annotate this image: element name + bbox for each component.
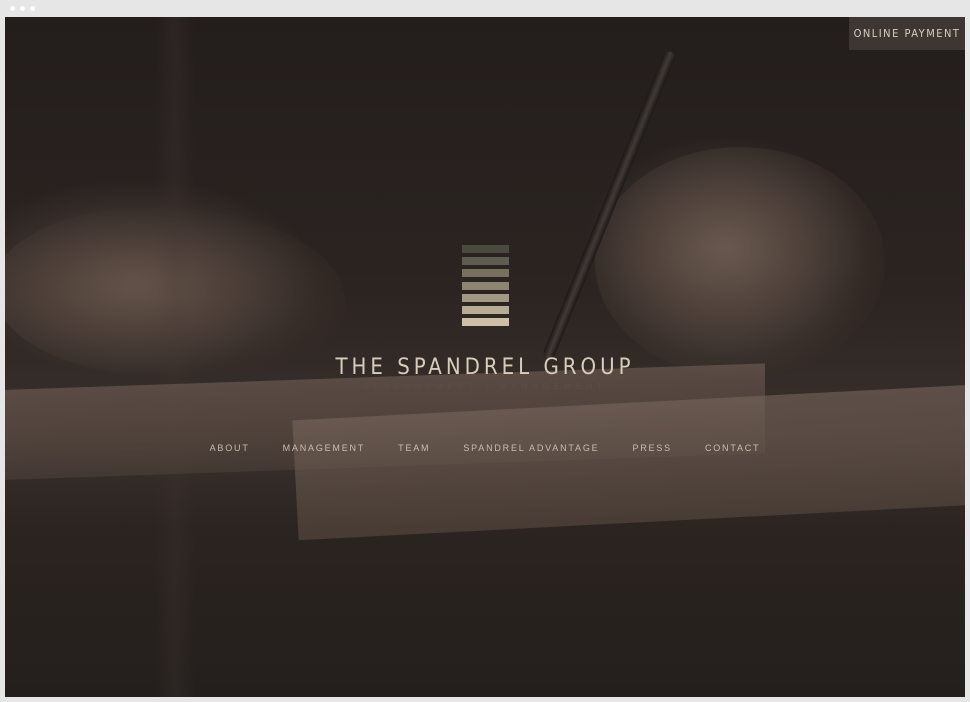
hero-section: ONLINE PAYMENT THE SPANDREL GROUP DEVELO… bbox=[5, 17, 965, 697]
nav-item-spandrel-advantage[interactable]: SPANDREL ADVANTAGE bbox=[463, 443, 599, 453]
logo-bar bbox=[462, 318, 509, 327]
nav-item-team[interactable]: TEAM bbox=[398, 443, 430, 453]
logo-bar bbox=[462, 305, 509, 314]
window-dot-icon[interactable] bbox=[30, 6, 35, 11]
background-shape bbox=[595, 147, 885, 377]
browser-window: ONLINE PAYMENT THE SPANDREL GROUP DEVELO… bbox=[0, 0, 970, 702]
spandrel-logo-icon[interactable] bbox=[462, 245, 509, 330]
nav-item-management[interactable]: MANAGEMENT bbox=[283, 443, 366, 453]
online-payment-button[interactable]: ONLINE PAYMENT bbox=[849, 17, 965, 50]
logo-bar bbox=[462, 257, 509, 266]
window-controls bbox=[10, 6, 35, 11]
nav-item-press[interactable]: PRESS bbox=[632, 443, 672, 453]
nav-item-about[interactable]: ABOUT bbox=[210, 443, 250, 453]
logo-bar bbox=[462, 281, 509, 290]
main-nav: ABOUT MANAGEMENT TEAM SPANDREL ADVANTAGE… bbox=[5, 443, 965, 453]
window-dot-icon[interactable] bbox=[10, 6, 15, 11]
logo-bar bbox=[462, 293, 509, 302]
nav-item-contact[interactable]: CONTACT bbox=[705, 443, 760, 453]
brand-tagline: DEVELOPMENT | MANAGEMENT bbox=[362, 382, 608, 391]
logo-bar bbox=[462, 269, 509, 278]
brand-name: THE SPANDREL GROUP bbox=[335, 355, 635, 380]
window-dot-icon[interactable] bbox=[20, 6, 25, 11]
logo-bar bbox=[462, 245, 509, 253]
